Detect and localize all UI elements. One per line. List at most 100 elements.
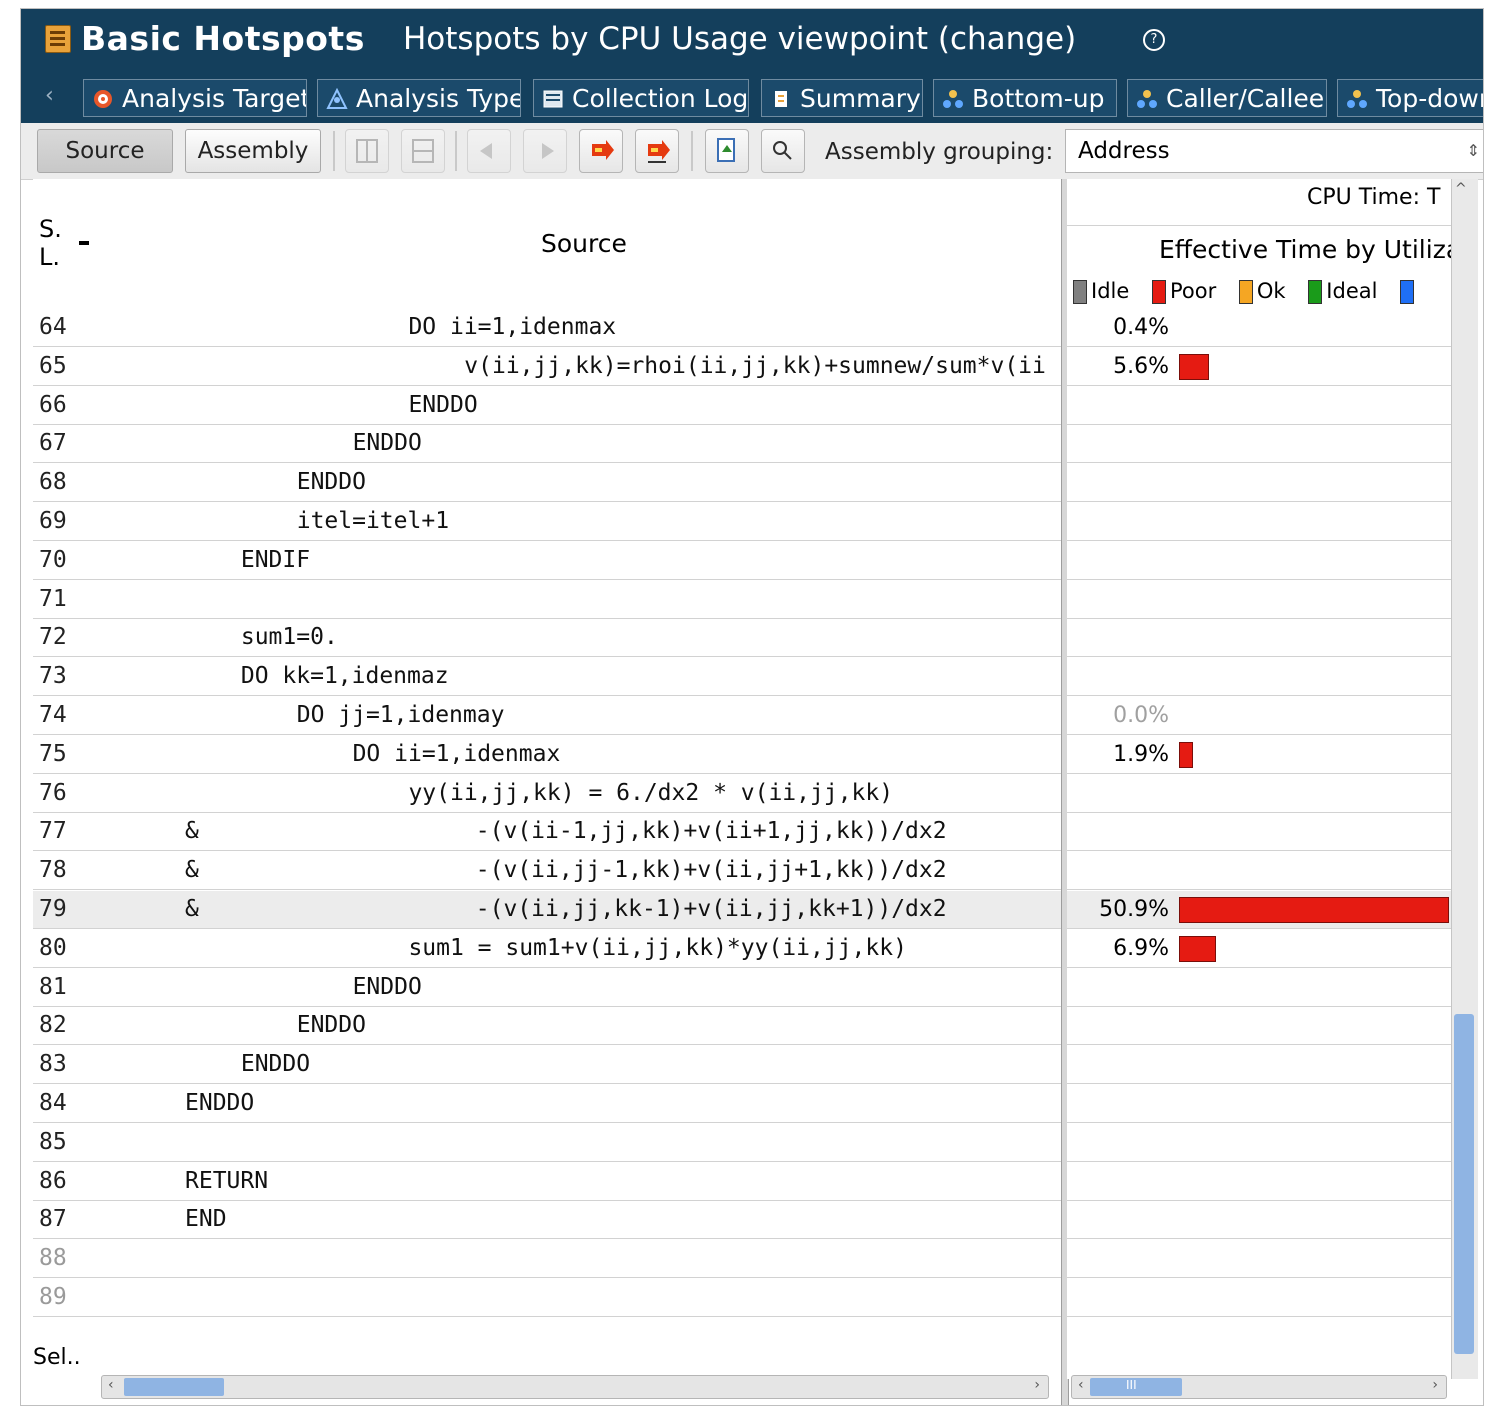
source-row[interactable]: 66 ENDDO xyxy=(33,387,1063,425)
metric-row[interactable] xyxy=(1067,813,1451,852)
metric-row[interactable] xyxy=(1067,1163,1451,1201)
metric-row[interactable]: 6.9% xyxy=(1067,930,1451,968)
previous-hotspot-icon[interactable] xyxy=(579,129,623,173)
metric-row[interactable] xyxy=(1067,425,1451,464)
metric-row[interactable] xyxy=(1067,658,1451,697)
metric-row[interactable] xyxy=(1067,775,1451,813)
source-row[interactable]: 75 DO ii=1,idenmax xyxy=(33,736,1063,774)
metric-row[interactable]: 0.4% xyxy=(1067,309,1451,347)
source-row[interactable]: 83 ENDDO xyxy=(33,1046,1063,1085)
line-column-header[interactable]: S. L. xyxy=(39,215,62,271)
scroll-left-icon[interactable]: ‹ xyxy=(1078,1377,1084,1393)
next-hotspot-icon[interactable] xyxy=(635,129,679,173)
source-row[interactable]: 87 END xyxy=(33,1201,1063,1240)
source-row[interactable]: 68 ENDDO xyxy=(33,464,1063,503)
tab-top-down[interactable]: Top-down xyxy=(1337,79,1483,117)
source-code: ENDDO xyxy=(352,430,422,457)
metric-row[interactable] xyxy=(1067,1240,1451,1279)
effective-time-column-header[interactable]: Effective Time by Utiliza xyxy=(1159,235,1461,264)
metric-row[interactable] xyxy=(1067,1124,1451,1162)
cpu-time-column-header[interactable]: CPU Time: T xyxy=(1307,185,1440,210)
scroll-to-previous-icon[interactable] xyxy=(467,129,511,173)
source-row[interactable]: 82 ENDDO xyxy=(33,1007,1063,1046)
viewpoint-link[interactable]: Hotspots by CPU Usage viewpoint (change) xyxy=(403,21,1076,57)
tab-analysis-type[interactable]: Analysis Type xyxy=(317,79,521,117)
line-number: 65 xyxy=(39,352,67,379)
ok-swatch xyxy=(1238,280,1253,304)
line-number: 69 xyxy=(39,508,67,534)
assembly-button[interactable]: Assembly xyxy=(185,129,321,173)
scroll-to-next-icon[interactable] xyxy=(523,129,567,173)
source-row[interactable]: 74 DO jj=1,idenmay xyxy=(33,697,1063,735)
source-row[interactable]: 88 xyxy=(33,1240,1063,1279)
scroll-left-icon[interactable]: ‹ xyxy=(108,1377,114,1393)
scroll-right-icon[interactable]: › xyxy=(1432,1377,1438,1393)
source-row[interactable]: 64 DO ii=1,idenmax xyxy=(33,309,1063,347)
source-row[interactable]: 72 sum1=0. xyxy=(33,619,1063,658)
source-row[interactable]: 76 yy(ii,jj,kk) = 6./dx2 * v(ii,jj,kk) xyxy=(33,775,1063,813)
tab-caller-callee[interactable]: Caller/Callee xyxy=(1127,79,1327,117)
source-row[interactable]: 84 ENDDO xyxy=(33,1085,1063,1123)
tab-scroll-left-icon[interactable]: ‹ xyxy=(45,83,54,108)
metric-row[interactable] xyxy=(1067,852,1451,891)
metrics-horizontal-thumb[interactable]: III xyxy=(1090,1378,1182,1396)
tab-summary[interactable]: Summary xyxy=(761,79,923,117)
vertical-scroll-thumb[interactable] xyxy=(1454,1014,1474,1354)
tab-analysis-target[interactable]: Analysis Target xyxy=(83,79,307,117)
metric-row[interactable]: 1.9% xyxy=(1067,736,1451,774)
line-number: 70 xyxy=(39,546,67,573)
metric-row[interactable]: 5.6% xyxy=(1067,348,1451,386)
source-view-icon[interactable] xyxy=(345,129,389,173)
source-row[interactable]: 73 DO kk=1,idenmaz xyxy=(33,658,1063,697)
source-row[interactable]: 70 ENDIF xyxy=(33,542,1063,580)
help-icon[interactable]: ? xyxy=(1143,29,1165,51)
export-icon[interactable] xyxy=(705,129,749,173)
legend-over xyxy=(1400,279,1418,304)
scroll-right-icon[interactable]: › xyxy=(1034,1377,1040,1393)
source-row[interactable]: 69 itel=itel+1 xyxy=(33,503,1063,541)
metric-row[interactable]: 50.9% xyxy=(1067,891,1451,929)
metrics-horizontal-scrollbar[interactable]: ‹ III › xyxy=(1071,1375,1447,1399)
legend-ok: Ok xyxy=(1238,279,1286,304)
source-code: DO jj=1,idenmay xyxy=(296,702,505,728)
source-row[interactable]: 77 & -(v(ii-1,jj,kk)+v(ii+1,jj,kk))/dx2 xyxy=(33,813,1063,852)
assembly-grouping-select[interactable]: Address ⇕ xyxy=(1065,129,1483,173)
source-row[interactable]: 71 xyxy=(33,581,1063,619)
metric-row[interactable] xyxy=(1067,503,1451,541)
assembly-view-icon[interactable] xyxy=(401,129,445,173)
source-row[interactable]: 85 xyxy=(33,1124,1063,1162)
metric-row[interactable] xyxy=(1067,387,1451,425)
utilization-bar xyxy=(1179,935,1216,962)
source-horizontal-thumb[interactable] xyxy=(124,1378,224,1396)
source-row[interactable]: 80 sum1 = sum1+v(ii,jj,kk)*yy(ii,jj,kk) xyxy=(33,930,1063,968)
source-button[interactable]: Source xyxy=(37,129,173,173)
tab-bottom-up[interactable]: Bottom-up xyxy=(933,79,1117,117)
metric-row[interactable] xyxy=(1067,969,1451,1007)
vertical-scrollbar[interactable]: ^ xyxy=(1451,179,1478,1379)
source-row[interactable]: 65 v(ii,jj,kk)=rhoi(ii,jj,kk)+sumnew/sum*… xyxy=(33,348,1063,386)
scroll-up-icon[interactable]: ^ xyxy=(1455,181,1467,197)
source-row[interactable]: 67 ENDDO xyxy=(33,425,1063,464)
source-row[interactable]: 78 & -(v(ii,jj-1,kk)+v(ii,jj+1,kk))/dx2 xyxy=(33,852,1063,891)
metric-row[interactable] xyxy=(1067,1046,1451,1085)
metric-row[interactable] xyxy=(1067,1007,1451,1046)
source-horizontal-scrollbar[interactable]: ‹ › xyxy=(101,1375,1049,1399)
metric-row[interactable] xyxy=(1067,1279,1451,1317)
metric-row[interactable] xyxy=(1067,581,1451,619)
source-column-header[interactable]: Source xyxy=(541,229,627,258)
line-number: 80 xyxy=(39,934,67,961)
metric-row[interactable] xyxy=(1067,542,1451,580)
metric-row[interactable] xyxy=(1067,619,1451,658)
tab-collection-log[interactable]: Collection Log xyxy=(533,79,749,117)
source-row[interactable]: 79 & -(v(ii,jj,kk-1)+v(ii,jj,kk+1))/dx2 xyxy=(33,891,1063,929)
source-row[interactable]: 86 RETURN xyxy=(33,1163,1063,1201)
metric-row[interactable] xyxy=(1067,464,1451,503)
source-row[interactable]: 81 ENDDO xyxy=(33,969,1063,1007)
line-number: 74 xyxy=(39,702,67,728)
metric-row[interactable] xyxy=(1067,1085,1451,1123)
source-row[interactable]: 89 xyxy=(33,1279,1063,1317)
find-icon[interactable] xyxy=(761,129,805,173)
metric-row[interactable] xyxy=(1067,1201,1451,1240)
metric-row[interactable]: 0.0% xyxy=(1067,697,1451,735)
utilization-bar xyxy=(1179,353,1209,380)
